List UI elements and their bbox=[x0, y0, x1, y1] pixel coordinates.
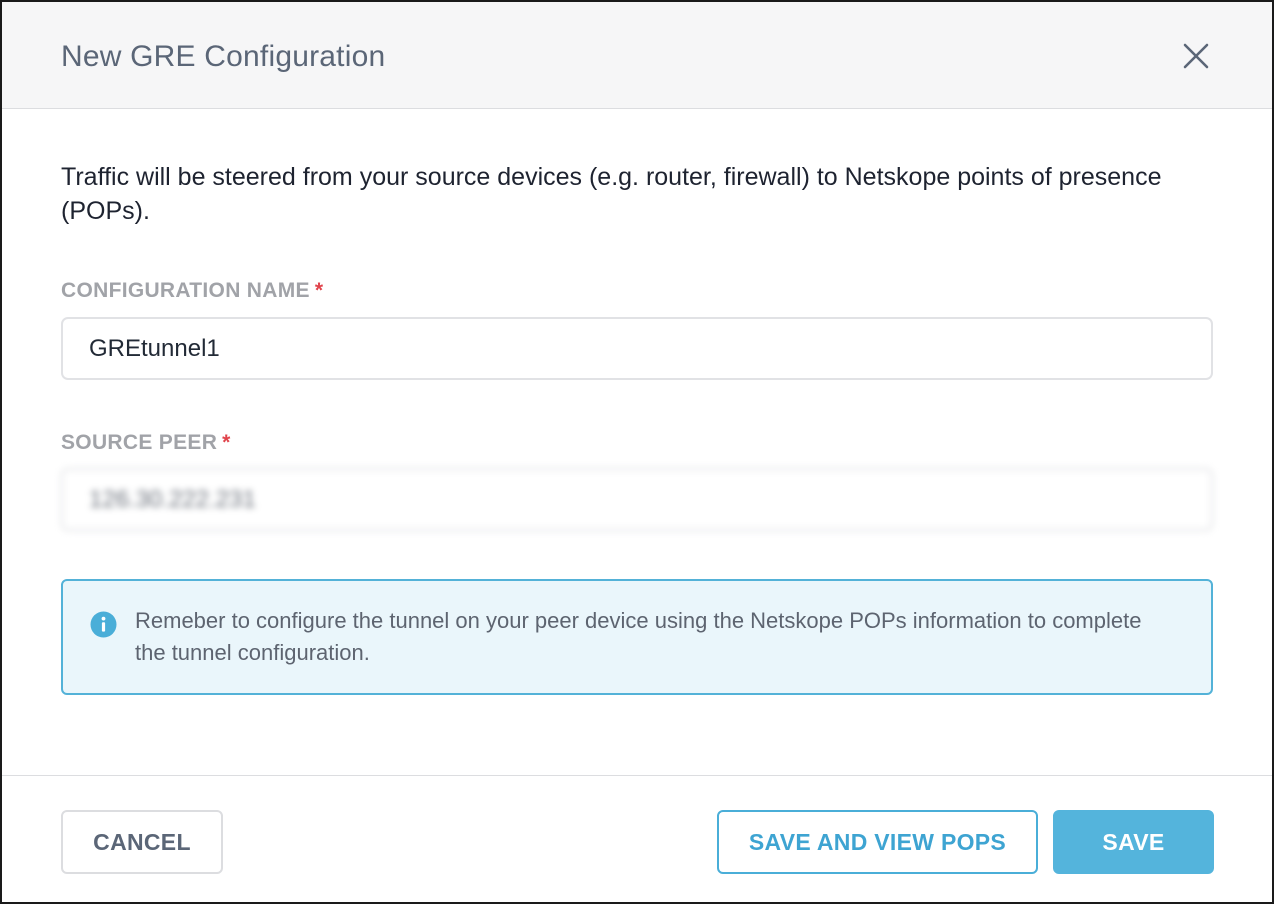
close-icon[interactable] bbox=[1178, 38, 1214, 74]
config-name-label-text: CONFIGURATION NAME bbox=[61, 279, 310, 302]
cancel-button[interactable]: CANCEL bbox=[61, 810, 223, 874]
info-text: Remeber to configure the tunnel on your … bbox=[135, 608, 1142, 665]
config-name-label: CONFIGURATION NAME * bbox=[61, 279, 323, 303]
dialog-header: New GRE Configuration bbox=[2, 2, 1272, 109]
required-marker: * bbox=[314, 279, 324, 302]
gre-config-dialog: New GRE Configuration Traffic will be st… bbox=[0, 0, 1274, 904]
info-callout: Remeber to configure the tunnel on your … bbox=[61, 579, 1213, 695]
save-and-view-pops-button[interactable]: SAVE AND VIEW POPS bbox=[717, 810, 1038, 874]
info-icon bbox=[90, 611, 117, 638]
save-button[interactable]: SAVE bbox=[1053, 810, 1214, 874]
source-peer-input[interactable] bbox=[61, 468, 1213, 531]
footer-divider bbox=[2, 775, 1272, 776]
source-peer-label-text: SOURCE PEER bbox=[61, 431, 218, 454]
source-peer-label: SOURCE PEER * bbox=[61, 431, 231, 455]
dialog-description: Traffic will be steered from your source… bbox=[61, 163, 1162, 225]
dialog-title: New GRE Configuration bbox=[61, 40, 386, 73]
required-marker: * bbox=[222, 431, 231, 454]
config-name-input[interactable] bbox=[61, 317, 1213, 380]
